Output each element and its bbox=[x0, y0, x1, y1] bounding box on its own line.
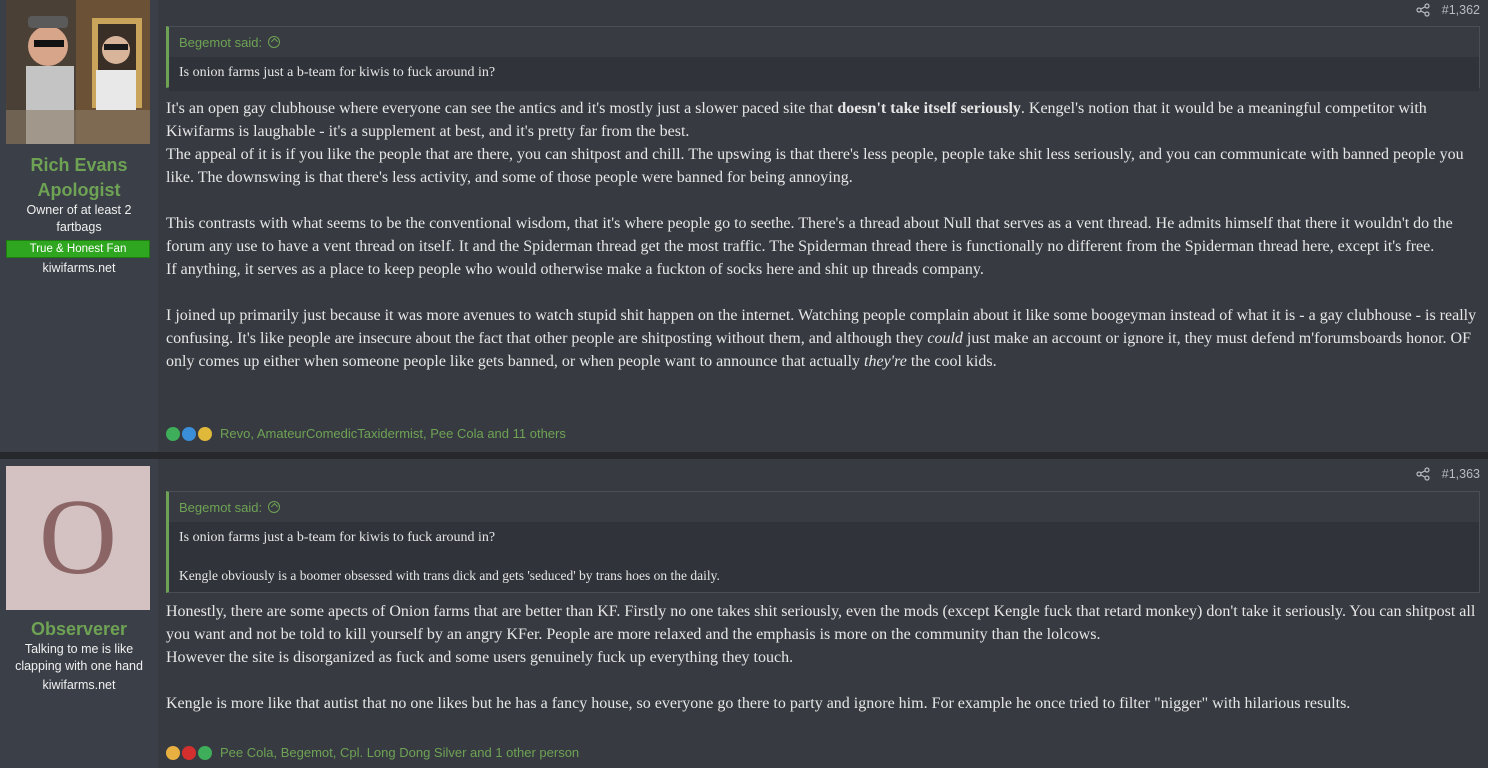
paragraph: If anything, it serves as a place to kee… bbox=[166, 261, 984, 278]
user-title-line-1: Owner of at least 2 bbox=[26, 203, 132, 217]
text: It's an open gay clubhouse where everyon… bbox=[166, 100, 838, 117]
avatar-letter: O bbox=[39, 478, 117, 597]
user-site: kiwifarms.net bbox=[42, 678, 116, 692]
check-reaction-icon[interactable] bbox=[198, 745, 212, 760]
reactions-bar[interactable]: Revo, AmateurComedicTaxidermist, Pee Col… bbox=[166, 426, 566, 441]
post: Rich Evans Apologist Owner of at least 2… bbox=[0, 0, 1488, 452]
post-main: #1,362 Begemot said: Is onion farms just… bbox=[158, 0, 1488, 452]
paragraph: The appeal of it is if you like the peop… bbox=[166, 146, 1464, 186]
thumbs-up-reaction-icon[interactable] bbox=[182, 426, 196, 441]
italic-text: could bbox=[927, 330, 963, 347]
quote-author[interactable]: Begemot said: bbox=[179, 500, 262, 515]
paragraph: However the site is disorganized as fuck… bbox=[166, 649, 794, 666]
post-number[interactable]: #1,362 bbox=[1442, 3, 1480, 17]
reactions-bar[interactable]: Pee Cola, Begemot, Cpl. Long Dong Silver… bbox=[166, 745, 579, 760]
quote-line: Kengle obviously is a boomer obsessed wi… bbox=[179, 568, 720, 583]
medal-reaction-icon[interactable] bbox=[198, 426, 212, 441]
quote-line: Is onion farms just a b-team for kiwis t… bbox=[179, 530, 496, 545]
heart-reaction-icon[interactable] bbox=[182, 745, 196, 760]
paragraph: I joined up primarily just because it wa… bbox=[166, 304, 1480, 373]
paragraph: Kengle is more like that autist that no … bbox=[166, 695, 1351, 712]
post-main: #1,363 Begemot said: Is onion farms just… bbox=[158, 459, 1488, 768]
share-icon[interactable] bbox=[1416, 3, 1430, 17]
post-header: #1,363 bbox=[1416, 466, 1480, 482]
post-header: #1,362 bbox=[1416, 2, 1480, 18]
paragraph: Honestly, there are some apects of Onion… bbox=[166, 603, 1476, 643]
up-arrow-icon[interactable] bbox=[268, 36, 281, 48]
thinking-reaction-icon[interactable] bbox=[166, 745, 180, 760]
reaction-users[interactable]: Pee Cola, Begemot, Cpl. Long Dong Silver… bbox=[220, 745, 579, 760]
post-number[interactable]: #1,363 bbox=[1442, 467, 1480, 481]
quote-author[interactable]: Begemot said: bbox=[179, 35, 262, 50]
user-title-line-1: Talking to me is like bbox=[24, 642, 134, 656]
user-info: O Observerer Talking to me is like clapp… bbox=[0, 459, 158, 768]
user-title-line-2: clapping with one hand bbox=[15, 659, 143, 673]
share-icon[interactable] bbox=[1416, 467, 1430, 481]
text: the cool kids. bbox=[906, 353, 997, 370]
italic-text: they're bbox=[864, 353, 907, 370]
quote-body: Is onion farms just a b-team for kiwis t… bbox=[169, 57, 1479, 91]
post-body: Honestly, there are some apects of Onion… bbox=[166, 600, 1480, 715]
quote-line: Is onion farms just a b-team for kiwis t… bbox=[179, 65, 496, 80]
post: O Observerer Talking to me is like clapp… bbox=[0, 459, 1488, 768]
user-site: kiwifarms.net bbox=[42, 261, 116, 275]
avatar-image bbox=[6, 0, 150, 144]
user-info: Rich Evans Apologist Owner of at least 2… bbox=[0, 0, 158, 452]
reaction-users[interactable]: Revo, AmateurComedicTaxidermist, Pee Col… bbox=[220, 426, 566, 441]
username-line-1[interactable]: Rich Evans bbox=[0, 153, 158, 178]
quote-block: Begemot said: Is onion farms just a b-te… bbox=[166, 26, 1480, 91]
quote-body: Is onion farms just a b-team for kiwis t… bbox=[169, 522, 1479, 592]
avatar[interactable] bbox=[6, 0, 150, 144]
up-arrow-icon[interactable] bbox=[268, 501, 281, 513]
username-line-2[interactable]: Apologist bbox=[0, 178, 158, 203]
quote-header[interactable]: Begemot said: bbox=[169, 27, 1479, 57]
check-reaction-icon[interactable] bbox=[166, 426, 180, 441]
quote-header[interactable]: Begemot said: bbox=[169, 492, 1479, 522]
post-body: It's an open gay clubhouse where everyon… bbox=[166, 97, 1480, 373]
username[interactable]: Observerer bbox=[0, 617, 158, 642]
user-banner: True & Honest Fan bbox=[6, 240, 150, 258]
bold-text: doesn't take itself seriously bbox=[837, 100, 1021, 117]
paragraph: It's an open gay clubhouse where everyon… bbox=[166, 97, 1480, 143]
post-separator bbox=[0, 452, 1488, 459]
paragraph: This contrasts with what seems to be the… bbox=[166, 215, 1453, 255]
user-title-line-2: fartbags bbox=[56, 220, 102, 234]
avatar[interactable]: O bbox=[6, 466, 150, 610]
quote-block: Begemot said: Is onion farms just a b-te… bbox=[166, 491, 1480, 593]
